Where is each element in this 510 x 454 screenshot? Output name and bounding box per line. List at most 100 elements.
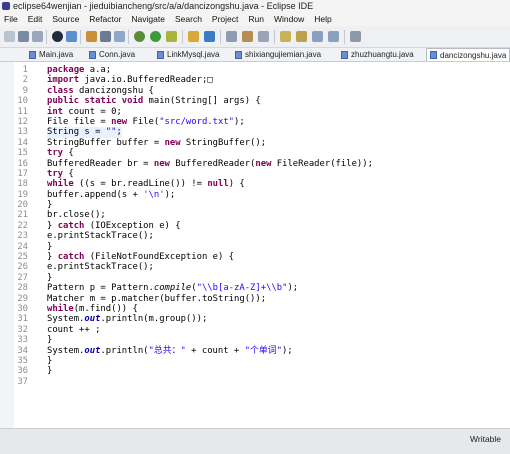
line-number: 37 (17, 376, 28, 387)
code-line: } (47, 241, 53, 252)
toolbar-separator (182, 30, 183, 44)
code-area[interactable]: 1 package a.a; 2 import java.io.BufferedRe… (0, 65, 510, 387)
toolbar-separator (128, 30, 129, 44)
menu-project[interactable]: Project (212, 14, 238, 24)
title-bar: eclipse64wenjian - jieduibiancheng/src/a… (0, 0, 510, 12)
back-icon[interactable] (312, 31, 323, 42)
line-number: 18 (17, 179, 28, 190)
line-number: 16 (17, 158, 28, 169)
line-number: 31 (17, 314, 28, 325)
code-line-current: String s = ""; (47, 127, 122, 138)
tab-label: shixiangujiemian.java (245, 50, 322, 59)
line-number: 29 (17, 293, 28, 304)
terminal-icon[interactable] (86, 31, 97, 42)
line-number: 26 (17, 262, 28, 273)
java-file-icon (157, 50, 164, 59)
previous-annotation-icon[interactable] (296, 31, 307, 42)
line-number: 28 (17, 283, 28, 294)
toolbar-separator (274, 30, 275, 44)
pin-editor-icon[interactable] (258, 31, 269, 42)
toolbar-separator (344, 30, 345, 44)
tab-linkmysql-java[interactable]: LinkMysql.java (154, 48, 230, 61)
tab-label: Main.java (39, 50, 74, 59)
tab-zhuzhuangtu-java[interactable]: zhuzhuangtu.java (338, 48, 424, 61)
code-line: } (47, 200, 53, 211)
skip-breakpoints-icon[interactable] (66, 31, 77, 42)
code-line: BufferedReader br = new BufferedReader(n… (47, 158, 373, 169)
code-line: public static void main(String[] args) { (47, 96, 261, 107)
line-number: 17 (17, 168, 28, 179)
tab-conn-java[interactable]: Conn.java (86, 48, 152, 61)
code-line: } (47, 366, 53, 377)
menu-refactor[interactable]: Refactor (89, 14, 121, 24)
new-java-package-icon[interactable] (188, 31, 199, 42)
next-annotation-icon[interactable] (280, 31, 291, 42)
menu-file[interactable]: File (4, 14, 18, 24)
save-all-icon[interactable] (32, 31, 43, 42)
code-line: Pattern p = Pattern.compile("\\b[a-zA-Z]… (47, 283, 299, 294)
code-line: class dancizongshu { (47, 85, 154, 96)
menu-navigate[interactable]: Navigate (131, 14, 165, 24)
code-line: Matcher m = p.matcher(buffer.toString())… (47, 293, 267, 304)
menu-source[interactable]: Source (52, 14, 79, 24)
tab-label: zhuzhuangtu.java (351, 50, 414, 59)
code-line: while(m.find()) { (47, 303, 138, 314)
toolbar-separator (220, 30, 221, 44)
tab-main-java[interactable]: Main.java (26, 48, 84, 61)
line-number: 21 (17, 210, 28, 221)
line-number: 20 (17, 200, 28, 211)
line-number: 36 (17, 366, 28, 377)
tab-dancizongshu-java[interactable]: dancizongshu.java (426, 48, 510, 61)
code-line: } catch (FileNotFoundException e) { (47, 252, 235, 263)
last-edit-icon[interactable] (350, 31, 361, 42)
java-file-icon (29, 50, 36, 59)
save-icon[interactable] (18, 31, 29, 42)
code-editor[interactable]: 1 package a.a; 2 import java.io.BufferedRe… (0, 62, 510, 428)
open-type-icon[interactable] (100, 31, 111, 42)
code-line: } (47, 272, 53, 283)
tab-shixiangujiemian-java[interactable]: shixiangujiemian.java (232, 48, 336, 61)
menu-window[interactable]: Window (274, 14, 304, 24)
line-number: 19 (17, 189, 28, 200)
tab-label: dancizongshu.java (440, 50, 507, 60)
line-number: 32 (17, 324, 28, 335)
new-file-icon[interactable] (4, 31, 15, 42)
code-line: File file = new File("src/word.txt"); (47, 116, 245, 127)
eclipse-logo-icon (2, 2, 10, 10)
menu-edit[interactable]: Edit (28, 14, 43, 24)
tab-label: Conn.java (99, 50, 136, 59)
java-file-icon (430, 51, 437, 59)
menu-help[interactable]: Help (314, 14, 331, 24)
forward-icon[interactable] (328, 31, 339, 42)
debug-run-icon[interactable] (134, 31, 145, 42)
code-line: br.close(); (47, 210, 106, 221)
code-line: package a.a; (47, 65, 112, 75)
search-icon[interactable] (226, 31, 237, 42)
line-number: 34 (17, 345, 28, 356)
code-line: int count = 0; (47, 106, 122, 117)
tab-label: LinkMysql.java (167, 50, 220, 59)
line-number: 13 (17, 127, 28, 138)
toggle-mark-icon[interactable] (242, 31, 253, 42)
line-number: 14 (17, 137, 28, 148)
code-line: e.printStackTrace(); (47, 231, 154, 242)
new-java-class-icon[interactable] (204, 31, 215, 42)
java-file-icon (89, 50, 96, 59)
menu-search[interactable]: Search (175, 14, 202, 24)
line-number: 1 (22, 65, 28, 75)
coverage-icon[interactable] (166, 31, 177, 42)
code-line: try { (47, 148, 74, 159)
status-bar: Writable (0, 428, 510, 454)
java-file-icon (341, 50, 348, 59)
run-icon[interactable] (150, 31, 161, 42)
toolbar (0, 26, 510, 48)
code-line: StringBuffer buffer = new StringBuffer()… (47, 137, 267, 148)
toolbar-separator (80, 30, 81, 44)
line-number: 15 (17, 148, 28, 159)
open-task-icon[interactable] (114, 31, 125, 42)
status-writable: Writable (470, 434, 502, 444)
line-number: 12 (17, 116, 28, 127)
debug-icon[interactable] (52, 31, 63, 42)
java-file-icon (235, 50, 242, 59)
menu-run[interactable]: Run (248, 14, 264, 24)
